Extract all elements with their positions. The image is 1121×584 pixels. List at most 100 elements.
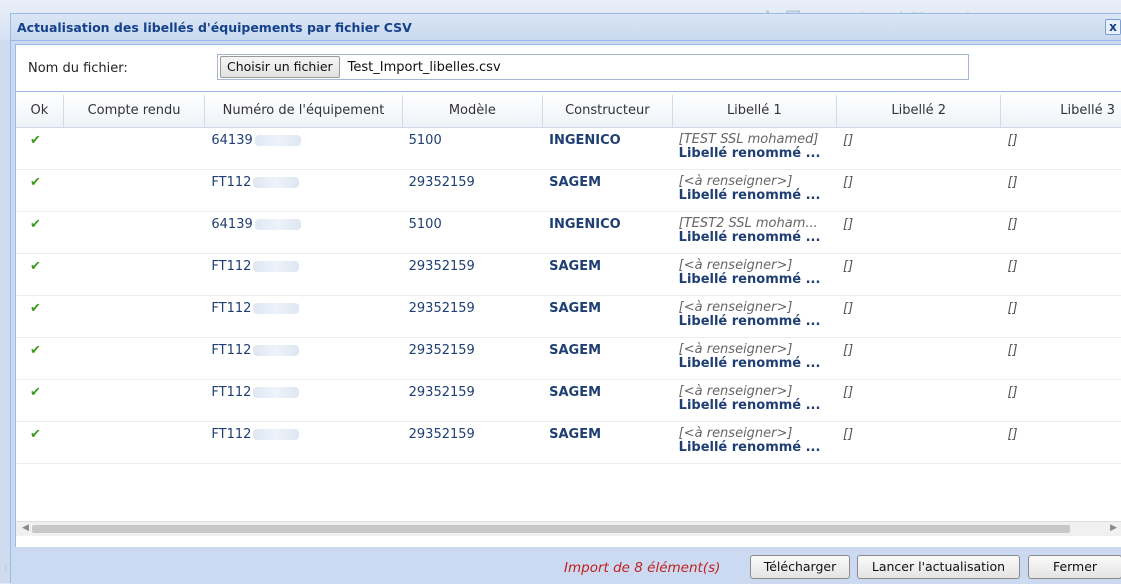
number-cell: 64139 <box>205 128 402 169</box>
number-prefix: FT112 <box>211 385 252 400</box>
label3-cell: [] <box>1007 427 1018 442</box>
label1-old: [<à renseigner>] <box>678 258 793 273</box>
number-cell: FT112 <box>205 380 402 421</box>
col-label3[interactable]: Libellé 3 <box>1001 95 1121 127</box>
label2-cell: [] <box>843 427 854 442</box>
model-cell: 5100 <box>408 133 442 148</box>
redacted-block <box>253 345 300 356</box>
import-grid: Ok Compte rendu Numéro de l'équipement M… <box>16 95 1121 536</box>
redacted-block <box>254 135 301 146</box>
ok-check-icon: ✔ <box>30 133 41 148</box>
number-prefix: FT112 <box>211 259 252 274</box>
table-row[interactable]: ✔ FT112 29352159 SAGEM [<à renseigner>] L… <box>16 254 1121 296</box>
scroll-right-icon[interactable]: ▶ <box>1110 523 1117 533</box>
table-row[interactable]: ✔ FT112 29352159 SAGEM [<à renseigner>] L… <box>16 380 1121 422</box>
dialog-header: Actualisation des libellés d'équipements… <box>11 14 1121 41</box>
number-prefix: FT112 <box>211 301 252 316</box>
label1-old: [<à renseigner>] <box>678 300 793 315</box>
label3-cell: [] <box>1007 301 1018 316</box>
file-name: Test_Import_libelles.csv <box>347 59 501 75</box>
label3-cell: [] <box>1007 385 1018 400</box>
label1-new: Libellé renommé ... <box>678 230 821 245</box>
report-cell <box>64 254 205 295</box>
number-prefix: FT112 <box>211 343 252 358</box>
label3-cell: [] <box>1007 175 1018 190</box>
maker-cell: SAGEM <box>549 301 602 316</box>
table-row[interactable]: ✔ FT112 29352159 SAGEM [<à renseigner>] L… <box>16 296 1121 338</box>
number-cell: FT112 <box>205 254 402 295</box>
table-row[interactable]: ✔ 64139 5100 INGENICO [TEST SSL mohamed]… <box>16 128 1121 170</box>
report-cell <box>64 296 205 337</box>
maker-cell: INGENICO <box>549 217 621 232</box>
label3-cell: [] <box>1007 259 1018 274</box>
col-label2[interactable]: Libellé 2 <box>837 95 1002 127</box>
redacted-block <box>254 219 301 230</box>
model-cell: 29352159 <box>408 259 475 274</box>
number-prefix: 64139 <box>211 217 253 232</box>
dialog-body: Nom du fichier: Choisir un fichier Test_… <box>15 44 1121 548</box>
number-prefix: 64139 <box>211 133 253 148</box>
label3-cell: [] <box>1007 217 1018 232</box>
label2-cell: [] <box>843 217 854 232</box>
number-prefix: FT112 <box>211 175 252 190</box>
label1-cell: [<à renseigner>] Libellé renommé ... <box>673 170 837 211</box>
choose-file-button[interactable]: Choisir un fichier <box>220 56 340 78</box>
label1-new: Libellé renommé ... <box>678 440 821 455</box>
report-cell <box>64 128 205 169</box>
table-row[interactable]: ✔ FT112 29352159 SAGEM [<à renseigner>] L… <box>16 422 1121 464</box>
redacted-block <box>253 261 300 272</box>
close-button[interactable]: Fermer <box>1028 555 1121 579</box>
label1-old: [<à renseigner>] <box>678 174 793 189</box>
close-icon[interactable]: x <box>1105 19 1121 35</box>
label1-new: Libellé renommé ... <box>678 356 821 371</box>
grid-rows: ✔ 64139 5100 INGENICO [TEST SSL mohamed]… <box>16 128 1121 464</box>
label1-new: Libellé renommé ... <box>678 314 821 329</box>
scroll-left-icon[interactable]: ◀ <box>22 523 29 533</box>
label1-old: [<à renseigner>] <box>678 426 793 441</box>
file-label: Nom du fichier: <box>28 61 128 76</box>
label2-cell: [] <box>843 301 854 316</box>
col-label1[interactable]: Libellé 1 <box>673 95 838 127</box>
label1-cell: [<à renseigner>] Libellé renommé ... <box>673 338 837 379</box>
label1-old: [TEST2 SSL moham... <box>678 216 818 231</box>
horizontal-scrollbar[interactable]: ◀ ▶ <box>16 521 1121 536</box>
number-prefix: FT112 <box>211 427 252 442</box>
maker-cell: SAGEM <box>549 175 602 190</box>
col-model[interactable]: Modèle <box>403 95 544 127</box>
file-input[interactable]: Choisir un fichier Test_Import_libelles.… <box>217 54 969 80</box>
table-row[interactable]: ✔ FT112 29352159 SAGEM [<à renseigner>] L… <box>16 170 1121 212</box>
col-maker[interactable]: Constructeur <box>543 95 673 127</box>
col-report[interactable]: Compte rendu <box>64 95 206 127</box>
ok-check-icon: ✔ <box>30 175 41 190</box>
ok-check-icon: ✔ <box>30 427 41 442</box>
download-button[interactable]: Télécharger <box>750 555 850 579</box>
col-number[interactable]: Numéro de l'équipement <box>205 95 403 127</box>
label3-cell: [] <box>1007 343 1018 358</box>
label1-cell: [TEST2 SSL moham... Libellé renommé ... <box>673 212 837 253</box>
report-cell <box>64 422 205 463</box>
model-cell: 5100 <box>408 217 442 232</box>
col-ok[interactable]: Ok <box>16 95 64 127</box>
ok-check-icon: ✔ <box>30 385 41 400</box>
label1-cell: [<à renseigner>] Libellé renommé ... <box>673 296 837 337</box>
label1-new: Libellé renommé ... <box>678 146 821 161</box>
label3-cell: [] <box>1007 133 1018 148</box>
csv-import-dialog: Actualisation des libellés d'équipements… <box>10 13 1121 584</box>
import-status: Import de 8 élément(s) <box>564 560 721 576</box>
model-cell: 29352159 <box>408 175 475 190</box>
label1-old: [<à renseigner>] <box>678 342 793 357</box>
label1-cell: [TEST SSL mohamed] Libellé renommé ... <box>673 128 837 169</box>
table-row[interactable]: ✔ 64139 5100 INGENICO [TEST2 SSL moham..… <box>16 212 1121 254</box>
scrollbar-thumb[interactable] <box>32 525 1070 533</box>
run-update-button[interactable]: Lancer l'actualisation <box>857 555 1020 579</box>
number-cell: 64139 <box>205 212 402 253</box>
redacted-block <box>253 387 300 398</box>
label1-cell: [<à renseigner>] Libellé renommé ... <box>673 422 837 463</box>
table-row[interactable]: ✔ FT112 29352159 SAGEM [<à renseigner>] L… <box>16 338 1121 380</box>
number-cell: FT112 <box>205 296 402 337</box>
number-cell: FT112 <box>205 422 402 463</box>
label2-cell: [] <box>843 385 854 400</box>
model-cell: 29352159 <box>408 427 475 442</box>
file-row: Nom du fichier: Choisir un fichier Test_… <box>16 45 1121 92</box>
redacted-block <box>253 303 300 314</box>
